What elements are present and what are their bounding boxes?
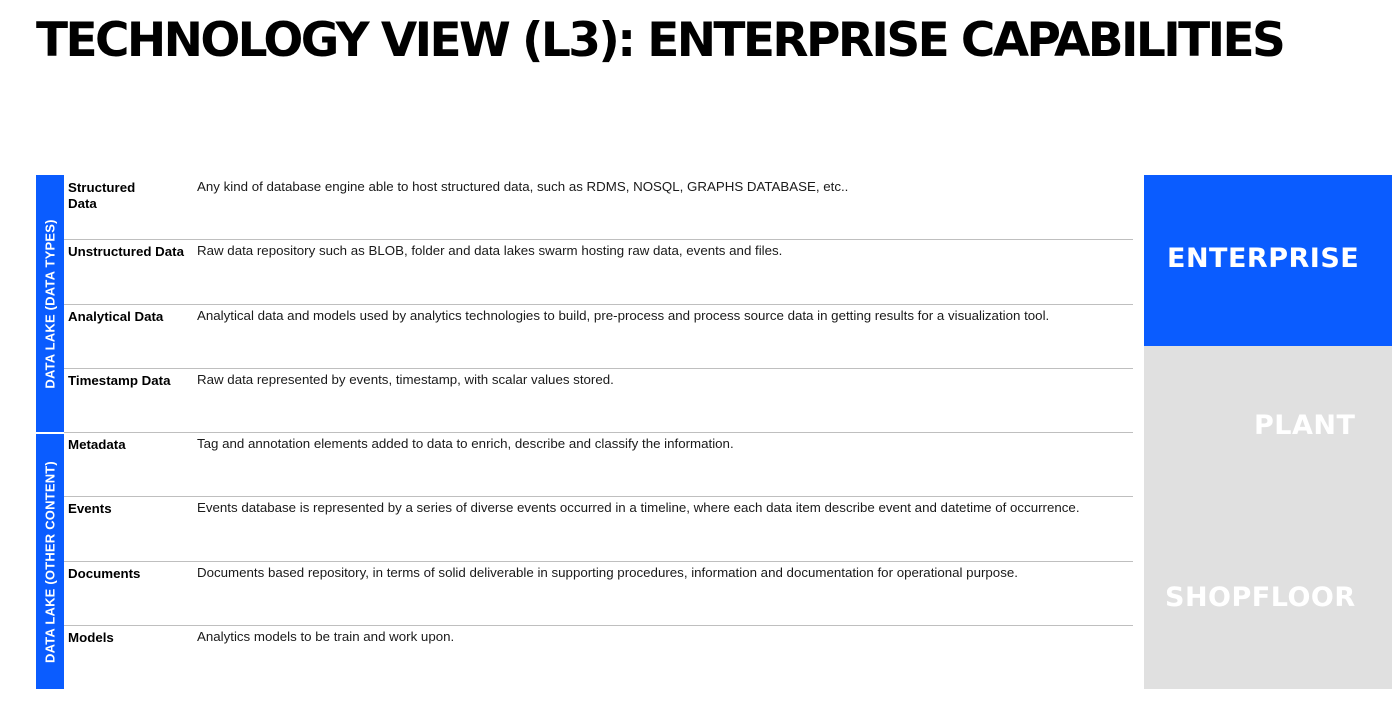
- group-bar-other-content: DATA LAKE (OTHER CONTENT): [36, 434, 64, 689]
- row-name: Events: [68, 501, 112, 517]
- row-description: Raw data represented by events, timestam…: [197, 371, 614, 387]
- row-description: Analytics models to be train and work up…: [197, 629, 455, 645]
- row-name: Structured Data: [68, 180, 136, 211]
- table-row: Unstructured Data Raw data repository su…: [64, 240, 1133, 305]
- row-description: Raw data repository such as BLOB, folder…: [197, 243, 783, 259]
- level-label-plant: PLANT: [1254, 410, 1356, 441]
- table-row: Models Analytics models to be train and …: [64, 626, 1133, 690]
- row-description: Any kind of database engine able to host…: [197, 179, 849, 194]
- capabilities-table: Structured Data Any kind of database eng…: [64, 176, 1133, 690]
- row-name: Analytical Data: [68, 308, 164, 324]
- level-plant-shopfloor-panel: PLANT SHOPFLOOR: [1144, 346, 1392, 689]
- row-name: Documents: [68, 565, 141, 581]
- row-name: Unstructured Data: [68, 244, 184, 260]
- level-enterprise-panel: ENTERPRISE: [1144, 175, 1392, 346]
- row-description: Documents based repository, in terms of …: [197, 564, 1018, 580]
- table-row: Metadata Tag and annotation elements add…: [64, 433, 1133, 498]
- row-description: Tag and annotation elements added to dat…: [197, 436, 734, 452]
- row-description: Analytical data and models used by analy…: [197, 307, 1050, 323]
- table-row: Events Events database is represented by…: [64, 497, 1133, 562]
- group-bar-data-types: DATA LAKE (DATA TYPES): [36, 175, 64, 432]
- table-row: Structured Data Any kind of database eng…: [64, 176, 1133, 241]
- page-title: TECHNOLOGY VIEW (L3): ENTERPRISE CAPABIL…: [36, 13, 1286, 68]
- row-name: Metadata: [68, 437, 126, 453]
- table-row: Analytical Data Analytical data and mode…: [64, 305, 1133, 369]
- level-label-shopfloor: SHOPFLOOR: [1165, 582, 1356, 613]
- table-row: Documents Documents based repository, in…: [64, 562, 1133, 627]
- group-label-other-content: DATA LAKE (OTHER CONTENT): [42, 460, 58, 663]
- row-description: Events database is represented by a seri…: [197, 500, 1080, 516]
- group-label-data-types: DATA LAKE (DATA TYPES): [42, 218, 58, 389]
- table-row: Timestamp Data Raw data represented by e…: [64, 369, 1133, 434]
- row-name: Models: [68, 630, 114, 646]
- row-name: Timestamp Data: [68, 372, 171, 388]
- level-label-enterprise: ENTERPRISE: [1167, 243, 1360, 274]
